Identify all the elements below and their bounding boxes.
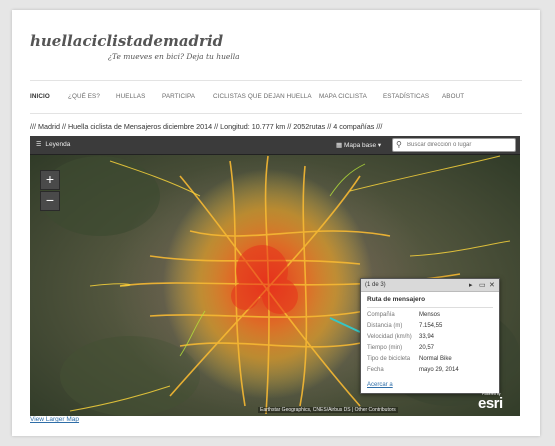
- view-larger-map-link[interactable]: View Larger Map: [30, 416, 79, 423]
- attribute-value: 20,57: [419, 345, 435, 351]
- maximize-icon[interactable]: ▭: [479, 281, 486, 289]
- nav-item-participa[interactable]: PARTICIPA: [162, 93, 195, 100]
- feature-popup: (1 de 3) ▸ ▭ ✕ Ruta de mensajero Compañí…: [360, 278, 500, 394]
- zoom-out-button[interactable]: −: [40, 191, 60, 211]
- map-toolbar: Leyenda ▦ Mapa base ▾ ⚲: [30, 136, 520, 155]
- zoom-to-link[interactable]: Acercar a: [367, 382, 393, 388]
- attribute-value: 33,94: [419, 334, 435, 340]
- attribute-label: Distancia (m): [367, 323, 403, 329]
- page-container: huellaciclistademadrid ¿Te mueves en bic…: [12, 10, 540, 436]
- chevron-down-icon: ▾: [376, 142, 382, 149]
- nav-item-inicio[interactable]: INICIO: [30, 93, 50, 100]
- attribute-label: Fecha: [367, 367, 384, 373]
- close-icon[interactable]: ✕: [489, 281, 495, 289]
- nav-item-estadisticas[interactable]: ESTADÍSTICAS: [383, 93, 429, 100]
- site-tagline: ¿Te mueves en bici? Deja tu huella: [108, 52, 240, 61]
- popup-header: (1 de 3) ▸ ▭ ✕: [361, 279, 499, 292]
- attribute-value: 7.154,55: [419, 323, 443, 329]
- basemap-button[interactable]: ▦ Mapa base ▾: [336, 141, 381, 149]
- popup-count: (1 de 3): [365, 282, 386, 288]
- popup-attribute-row: Tipo de bicicleta Normal Bike: [367, 356, 495, 365]
- route-summary-text: /// Madrid // Huella ciclista de Mensaje…: [30, 122, 383, 131]
- search-input[interactable]: [392, 138, 516, 152]
- popup-attribute-row: Velocidad (km/h) 33,94: [367, 334, 495, 343]
- nav-item-que-es[interactable]: ¿QUÉ ES?: [68, 93, 100, 100]
- nav-item-ciclistas[interactable]: CICLISTAS QUE DEJAN HUELLA: [213, 93, 312, 100]
- nav-item-mapa-ciclista[interactable]: MAPA CICLISTA: [319, 93, 367, 100]
- popup-divider: [367, 307, 493, 308]
- nav-item-huellas[interactable]: HUELLAS: [116, 93, 145, 100]
- popup-attribute-row: Compañía Mensos: [367, 312, 495, 321]
- attribute-value: Normal Bike: [419, 356, 452, 362]
- search-icon: ⚲: [396, 140, 402, 149]
- attribute-label: Velocidad (km/h): [367, 334, 412, 340]
- attribute-label: Tiempo (min): [367, 345, 403, 351]
- popup-attribute-row: Fecha mayo 29, 2014: [367, 367, 495, 376]
- attribute-value: mayo 29, 2014: [419, 367, 459, 373]
- zoom-in-button[interactable]: +: [40, 170, 60, 190]
- main-navigation: INICIO ¿QUÉ ES? HUELLAS PARTICIPA CICLIS…: [30, 80, 522, 114]
- map-attribution: Earthstar Geographics, CNES/Airbus DS | …: [258, 407, 398, 413]
- popup-title: Ruta de mensajero: [367, 296, 426, 303]
- nav-item-about[interactable]: ABOUT: [442, 93, 464, 100]
- popup-attribute-row: Tiempo (min) 20,57: [367, 345, 495, 354]
- web-map[interactable]: Leyenda ▦ Mapa base ▾ ⚲ + − (1 de 3) ▸ ▭…: [30, 136, 520, 416]
- next-feature-icon[interactable]: ▸: [469, 281, 473, 289]
- attribute-label: Compañía: [367, 312, 395, 318]
- esri-logo[interactable]: esri: [478, 395, 503, 412]
- attribute-label: Tipo de bicicleta: [367, 356, 411, 362]
- attribute-value: Mensos: [419, 312, 441, 318]
- grid-icon: ▦: [336, 142, 344, 149]
- popup-attribute-row: Distancia (m) 7.154,55: [367, 323, 495, 332]
- legend-button[interactable]: Leyenda: [36, 141, 70, 148]
- basemap-label: Mapa base: [343, 142, 377, 149]
- site-title[interactable]: huellaciclistademadrid: [30, 32, 223, 50]
